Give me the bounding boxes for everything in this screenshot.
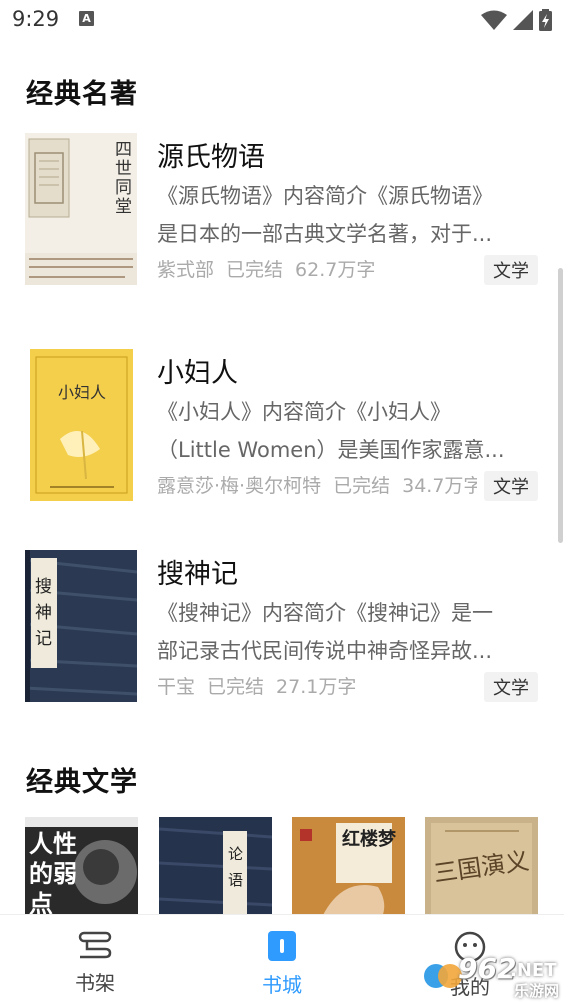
status-time: 9:29 [12, 7, 60, 31]
book-author: 干宝 [157, 676, 196, 698]
book-description: 《源氏物语》内容简介《源氏物语》 是日本的一部古典文学名著，对于... [157, 184, 493, 246]
cover-title: 小妇人 [58, 383, 107, 402]
scrollbar[interactable] [558, 268, 563, 543]
book-item[interactable]: 四世同堂 源氏物语 《源氏物语》内容简介《源氏物语》 是日本的一部古典文学名著，… [0, 133, 548, 288]
book-status: 已完结 [207, 676, 265, 698]
book-author: 紫式部 [157, 259, 215, 281]
status-bar: 9:29 A [0, 0, 564, 38]
book-item[interactable]: 搜神记 搜神记 《搜神记》内容简介《搜神记》是一 部记录古代民间传说中神奇怪异故… [0, 550, 548, 705]
book-title[interactable]: 小妇人 [157, 351, 238, 390]
literature-list: 人性的弱点 论语 红楼梦 三国演义 [25, 817, 545, 917]
notification-icon: A [79, 11, 94, 26]
cover-title: 论语 [228, 845, 244, 889]
book-title[interactable]: 搜神记 [157, 552, 238, 591]
nav-label: 书架 [75, 971, 115, 995]
book-words: 34.7万字 [402, 475, 477, 497]
watermark-number: 962 [458, 952, 517, 985]
book-item[interactable]: 小妇人 小妇人 《小妇人》内容简介《小妇人》 （Little Women）是美国… [0, 349, 548, 504]
book-words: 62.7万字 [295, 259, 376, 281]
bookshelf-icon [78, 931, 112, 959]
watermark-site: 乐游网 [514, 982, 560, 1000]
nav-bookstore[interactable]: 书城 [242, 931, 322, 998]
book-cover[interactable]: 红楼梦 [292, 817, 405, 917]
book-cover[interactable]: 论语 [159, 817, 272, 917]
cover-title: 人性的弱点 [29, 830, 77, 917]
watermark-logo: 962 .NET 乐游网 [422, 950, 562, 1002]
book-cover[interactable]: 小妇人 [30, 349, 133, 501]
watermark-suffix: .NET [510, 960, 557, 981]
book-cover[interactable]: 四世同堂 [25, 133, 137, 285]
signal-icon [513, 10, 533, 30]
book-meta: 露意莎·梅·奥尔柯特 已完结 34.7万字 [157, 471, 477, 498]
book-cover[interactable]: 三国演义 [425, 817, 538, 917]
cover-title: 搜神记 [35, 577, 52, 649]
section-title-literature: 经典文学 [26, 767, 138, 798]
section-title-classics: 经典名著 [26, 79, 138, 110]
book-description: 《小妇人》内容简介《小妇人》 （Little Women）是美国作家露意... [157, 400, 505, 462]
bookstore-icon [268, 931, 296, 961]
book-meta: 紫式部 已完结 62.7万字 [157, 255, 477, 282]
wifi-icon [481, 10, 507, 30]
book-title[interactable]: 源氏物语 [157, 135, 265, 174]
genre-tag: 文学 [484, 672, 538, 702]
battery-icon [539, 9, 552, 31]
genre-tag: 文学 [484, 471, 538, 501]
book-meta: 干宝 已完结 27.1万字 [157, 672, 477, 699]
book-status: 已完结 [226, 259, 284, 281]
cover-title: 红楼梦 [342, 829, 396, 850]
cover-title: 四世同堂 [115, 140, 132, 217]
book-words: 27.1万字 [276, 676, 357, 698]
status-icons [481, 9, 552, 31]
book-cover[interactable]: 人性的弱点 [25, 817, 138, 917]
book-status: 已完结 [333, 475, 391, 497]
genre-tag: 文学 [484, 255, 538, 285]
book-description: 《搜神记》内容简介《搜神记》是一 部记录古代民间传说中神奇怪异故... [157, 601, 493, 663]
nav-label: 书城 [262, 973, 302, 997]
book-author: 露意莎·梅·奥尔柯特 [157, 475, 322, 497]
book-cover[interactable]: 搜神记 [25, 550, 137, 702]
nav-bookshelf[interactable]: 书架 [55, 931, 135, 996]
